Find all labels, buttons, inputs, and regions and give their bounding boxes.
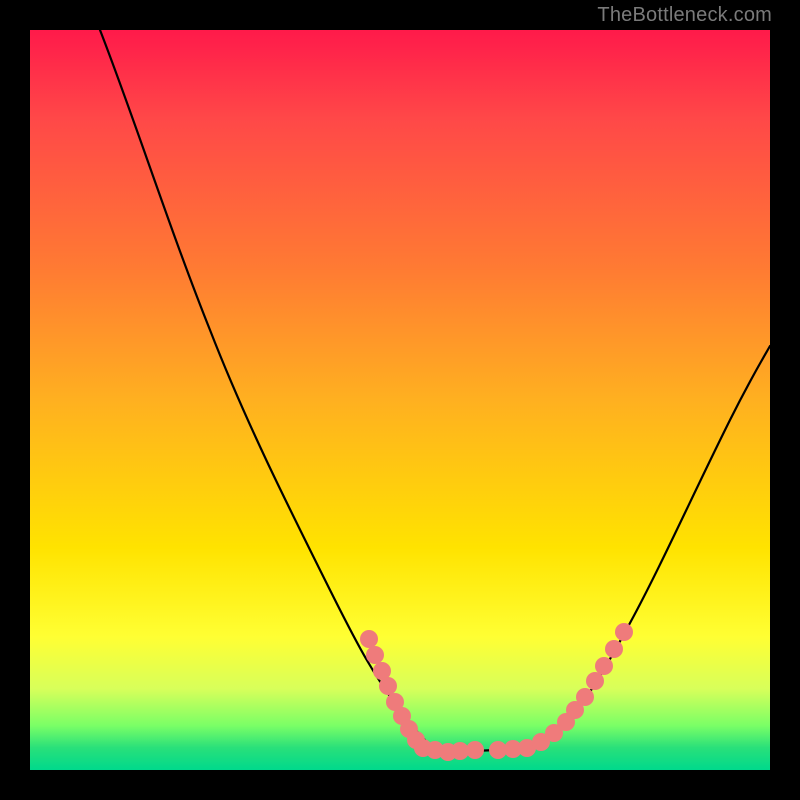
curve-marker	[605, 640, 623, 658]
curve-marker	[366, 646, 384, 664]
curve-marker	[595, 657, 613, 675]
curve-marker	[379, 677, 397, 695]
curve-marker	[615, 623, 633, 641]
watermark-text: TheBottleneck.com	[597, 4, 772, 27]
curve-svg	[30, 30, 770, 770]
curve-marker	[360, 630, 378, 648]
main-curve	[100, 30, 770, 752]
curve-marker	[466, 741, 484, 759]
chart-frame: TheBottleneck.com	[0, 0, 800, 800]
curve-marker	[576, 688, 594, 706]
plot-area	[30, 30, 770, 770]
curve-marker	[586, 672, 604, 690]
marker-group	[360, 623, 633, 761]
